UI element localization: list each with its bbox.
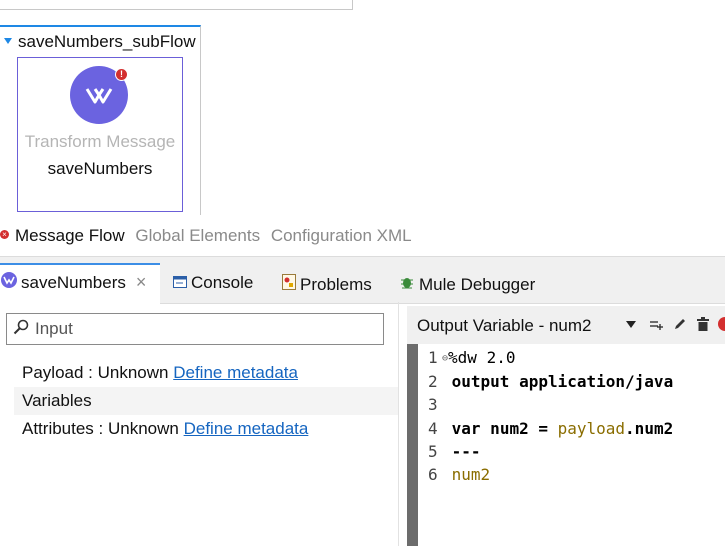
component-type-label: Transform Message xyxy=(24,132,176,151)
stop-record-icon[interactable] xyxy=(718,317,725,331)
problems-icon xyxy=(282,274,296,295)
input-search-field[interactable] xyxy=(6,313,384,345)
tab-message-flow[interactable]: Message Flow xyxy=(15,226,125,245)
tab-console[interactable]: Console xyxy=(173,273,253,293)
close-tab-icon[interactable]: × xyxy=(136,272,147,293)
code-payload: payload xyxy=(557,418,626,438)
edit-pencil-icon[interactable] xyxy=(673,317,687,336)
line-number: 1 xyxy=(428,348,438,367)
editor-tab-bar: × Message Flow Global Elements Configurat… xyxy=(0,226,418,250)
search-icon xyxy=(13,319,29,340)
variables-row[interactable]: Variables xyxy=(14,387,398,415)
delete-trash-icon[interactable] xyxy=(697,317,709,336)
tab-mule-debugger[interactable]: Mule Debugger xyxy=(399,274,535,295)
tab-savenumbers[interactable]: saveNumbers × xyxy=(1,272,146,293)
line-number: 6 xyxy=(428,465,438,485)
input-search-input[interactable] xyxy=(33,318,367,340)
code-line-6: num2 xyxy=(451,465,491,485)
tab-global-elements[interactable]: Global Elements xyxy=(135,226,260,245)
attributes-row[interactable]: Attributes : Unknown Define metadata xyxy=(14,415,398,443)
error-icon: × xyxy=(0,230,9,239)
code-line-1: %dw 2.0 xyxy=(448,348,516,367)
editor-ruler xyxy=(407,344,418,546)
output-dropdown-icon[interactable] xyxy=(626,321,636,328)
flow-canvas-top xyxy=(0,0,353,10)
code-var-name: num2 = xyxy=(480,418,558,438)
line-number: 3 xyxy=(428,395,438,415)
panel-divider[interactable] xyxy=(398,302,399,546)
tab-configuration-xml[interactable]: Configuration XML xyxy=(271,226,412,245)
attributes-define-metadata-link[interactable]: Define metadata xyxy=(184,419,309,438)
component-name-label: saveNumbers xyxy=(47,159,153,178)
dataweave-code[interactable]: 1 ⊖%dw 2.0 2 output application/java 3 4 … xyxy=(428,346,673,486)
add-output-icon[interactable] xyxy=(649,318,663,337)
input-metadata-tree: Payload : Unknown Define metadata Variab… xyxy=(14,359,398,443)
mule-transform-icon xyxy=(1,272,17,293)
line-number: 5 xyxy=(428,441,438,461)
collapse-triangle-icon[interactable] xyxy=(4,38,12,44)
code-var-keyword: var xyxy=(451,418,481,438)
code-var-rest: .num2 xyxy=(625,418,674,438)
line-number: 2 xyxy=(428,372,438,392)
line-number: 4 xyxy=(428,418,438,438)
code-line-2: output application/java xyxy=(451,372,674,392)
console-icon xyxy=(173,273,187,293)
code-line-5: --- xyxy=(451,441,481,461)
payload-row[interactable]: Payload : Unknown Define metadata xyxy=(14,359,398,387)
error-badge-icon: ! xyxy=(115,68,128,81)
subflow-title[interactable]: saveNumbers_subFlow xyxy=(4,32,196,52)
payload-define-metadata-link[interactable]: Define metadata xyxy=(173,363,298,382)
tab-problems[interactable]: Problems xyxy=(282,274,372,295)
debugger-bug-icon xyxy=(399,274,415,295)
output-target-selector[interactable]: Output Variable - num2 xyxy=(417,316,592,336)
